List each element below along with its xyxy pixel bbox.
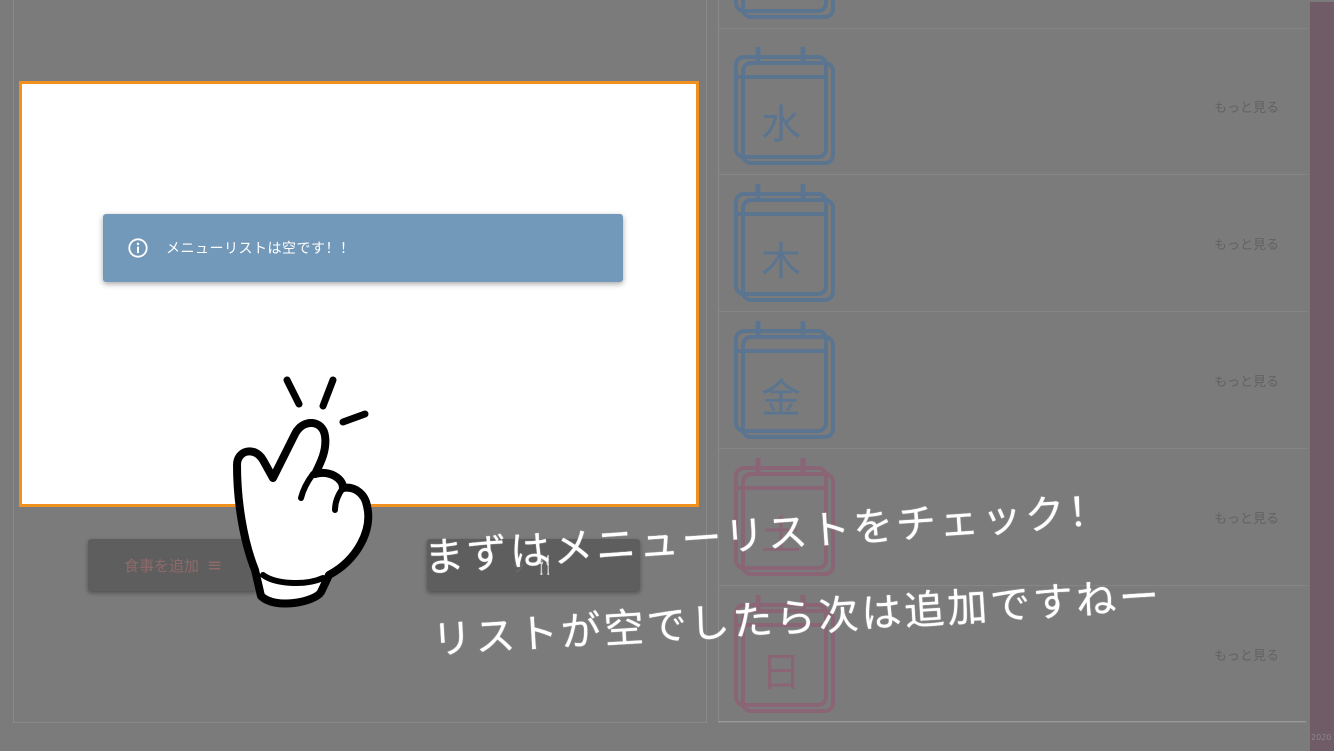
day-kanji: 水 [761, 102, 801, 148]
more-link[interactable]: もっと見る [1214, 234, 1279, 253]
day-kanji: 金 [761, 376, 801, 422]
alert-message: メニューリストは空です！！ [166, 241, 355, 257]
more-link[interactable]: もっと見る [1214, 645, 1279, 664]
info-icon [128, 238, 148, 258]
more-link[interactable]: もっと見る [1214, 371, 1279, 390]
day-row-friday[interactable]: 金 もっと見る [719, 311, 1307, 449]
version-label: 2020 [1311, 733, 1332, 742]
day-row-wednesday[interactable]: 水 もっと見る [719, 37, 1307, 175]
calendar-icon: 水 [734, 47, 835, 165]
add-meal-label: 食事を追加 [123, 556, 199, 575]
calendar-icon: 金 [734, 321, 835, 439]
calendar-icon: 木 [734, 184, 835, 302]
more-link[interactable]: もっと見る [1214, 508, 1279, 527]
day-row-thursday[interactable]: 木 もっと見る [719, 174, 1307, 312]
day-kanji: 日 [761, 650, 801, 696]
pointing-hand-icon [233, 376, 373, 608]
calendar-icon [734, 0, 835, 19]
day-row-partial [719, 0, 1307, 29]
scrollbar[interactable] [1310, 2, 1334, 751]
more-link[interactable]: もっと見る [1214, 97, 1279, 116]
list-icon: ≡ [206, 554, 223, 576]
empty-menu-alert: メニューリストは空です！！ [103, 214, 623, 282]
day-kanji: 木 [761, 239, 801, 285]
